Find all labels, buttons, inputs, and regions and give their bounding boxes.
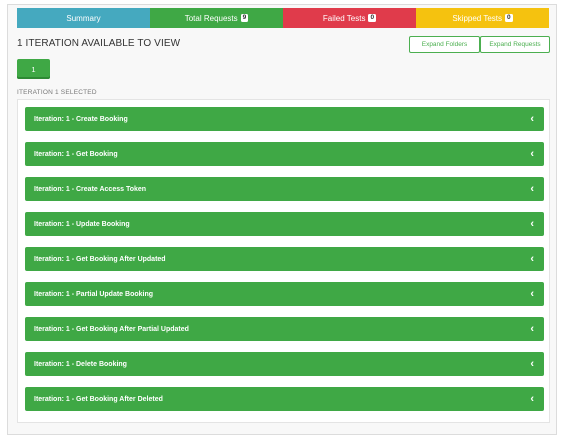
tab-failed-tests-label: Failed Tests <box>322 13 366 23</box>
iterations-heading: 1 ITERATION AVAILABLE TO VIEW <box>17 38 181 49</box>
total-requests-count-badge: 9 <box>240 14 249 22</box>
request-row-label: Iteration: 1 - Get Booking After Deleted <box>34 395 163 403</box>
iteration-selected-label: ITERATION 1 SELECTED <box>17 89 97 96</box>
request-row-create-access-token[interactable]: Iteration: 1 - Create Access Token ‹ <box>25 177 544 201</box>
iteration-1-button[interactable]: 1 <box>17 59 50 79</box>
request-row-label: Iteration: 1 - Get Booking After Partial… <box>34 325 189 333</box>
tab-failed-tests[interactable]: Failed Tests 0 <box>283 8 416 28</box>
skipped-tests-count-badge: 0 <box>505 14 513 22</box>
request-row-get-booking-after-partial-updated[interactable]: Iteration: 1 - Get Booking After Partial… <box>25 317 544 341</box>
tab-total-requests-label: Total Requests <box>184 13 238 23</box>
iteration-1-button-label: 1 <box>31 64 36 74</box>
tab-total-requests[interactable]: Total Requests 9 <box>150 8 283 28</box>
tab-summary-label: Summary <box>66 13 101 23</box>
chevron-left-icon: ‹ <box>530 217 534 230</box>
expand-folders-button[interactable]: Expand Folders <box>409 36 480 53</box>
request-row-get-booking[interactable]: Iteration: 1 - Get Booking ‹ <box>25 142 544 166</box>
request-row-label: Iteration: 1 - Delete Booking <box>34 360 127 368</box>
chevron-left-icon: ‹ <box>530 322 534 335</box>
request-row-label: Iteration: 1 - Get Booking <box>34 150 118 158</box>
summary-tabs: Summary Total Requests 9 Failed Tests 0 … <box>17 8 549 28</box>
chevron-left-icon: ‹ <box>530 392 534 405</box>
failed-tests-count-badge: 0 <box>368 14 377 22</box>
chevron-left-icon: ‹ <box>530 182 534 195</box>
request-row-update-booking[interactable]: Iteration: 1 - Update Booking ‹ <box>25 212 544 236</box>
expand-requests-button[interactable]: Expand Requests <box>480 36 550 53</box>
tab-skipped-tests[interactable]: Skipped Tests 0 <box>416 8 549 28</box>
request-row-label: Iteration: 1 - Update Booking <box>34 220 130 228</box>
request-row-label: Iteration: 1 - Partial Update Booking <box>34 290 154 298</box>
request-row-label: Iteration: 1 - Get Booking After Updated <box>34 255 166 263</box>
request-row-label: Iteration: 1 - Create Booking <box>34 115 128 123</box>
request-row-get-booking-after-deleted[interactable]: Iteration: 1 - Get Booking After Deleted… <box>25 387 544 411</box>
request-row-delete-booking[interactable]: Iteration: 1 - Delete Booking ‹ <box>25 352 544 376</box>
request-row-get-booking-after-updated[interactable]: Iteration: 1 - Get Booking After Updated… <box>25 247 544 271</box>
chevron-left-icon: ‹ <box>530 287 534 300</box>
tab-summary[interactable]: Summary <box>17 8 150 28</box>
chevron-left-icon: ‹ <box>530 112 534 125</box>
chevron-left-icon: ‹ <box>530 147 534 160</box>
tab-skipped-tests-label: Skipped Tests <box>452 13 503 23</box>
request-row-partial-update-booking[interactable]: Iteration: 1 - Partial Update Booking ‹ <box>25 282 544 306</box>
request-list: Iteration: 1 - Create Booking ‹ Iteratio… <box>17 99 550 423</box>
chevron-left-icon: ‹ <box>530 357 534 370</box>
chevron-left-icon: ‹ <box>530 252 534 265</box>
request-row-label: Iteration: 1 - Create Access Token <box>34 185 147 193</box>
request-row-create-booking[interactable]: Iteration: 1 - Create Booking ‹ <box>25 107 544 131</box>
